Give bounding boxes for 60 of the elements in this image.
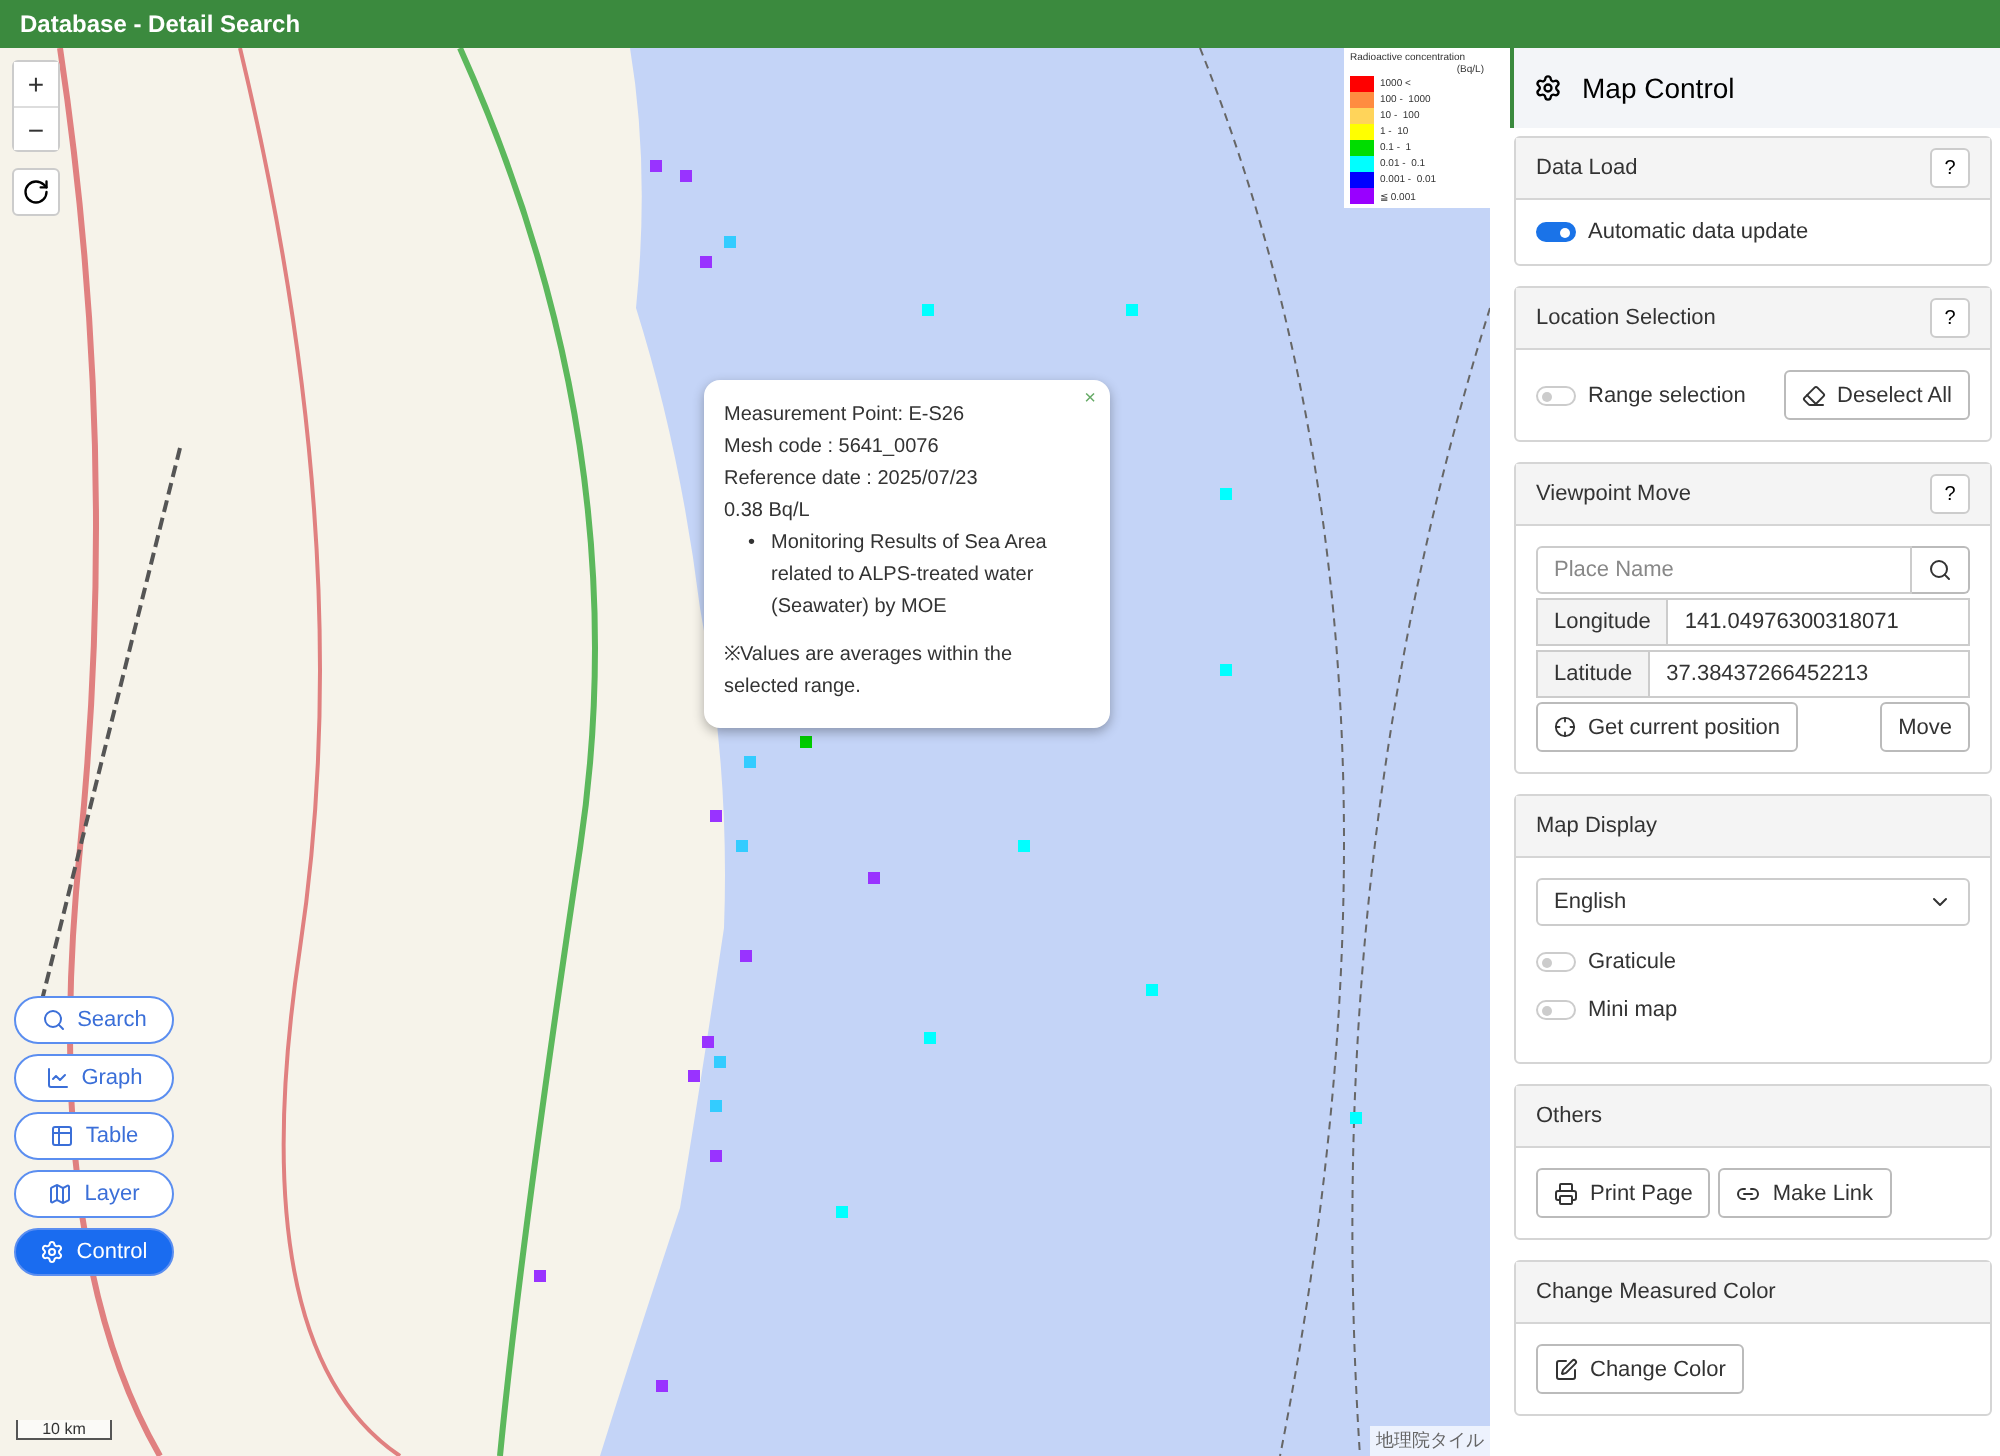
panel-title: Map Control xyxy=(1582,72,1735,104)
coordinate-field[interactable]: 141.04976300318071 xyxy=(1668,598,1970,646)
eraser-icon xyxy=(1801,383,1826,407)
source-item: Monitoring Results of Sea Area related to ALPS-treated water (Seawater) by MOE xyxy=(771,530,1049,622)
section-title: Change Measured Color xyxy=(1536,1280,1776,1304)
action-button[interactable]: Make Link xyxy=(1718,1168,1892,1218)
section-title: Location Selection xyxy=(1536,306,1716,330)
printer-icon xyxy=(1554,1181,1578,1205)
table-icon xyxy=(49,1124,74,1148)
place-name-field[interactable]: Place Name xyxy=(1536,546,1912,594)
toggle-label: Automatic data update xyxy=(1588,220,1809,244)
section-title: Data Load xyxy=(1536,156,1638,180)
get-position-button[interactable]: Get current position xyxy=(1536,702,1798,752)
toggle-switch[interactable] xyxy=(1536,222,1576,242)
side-menu-button[interactable]: Graph xyxy=(14,1054,174,1102)
popup-line: 0.38 Bq/L xyxy=(724,498,812,526)
side-menu-button[interactable]: Layer xyxy=(14,1170,174,1218)
toggle-label: Mini map xyxy=(1588,998,1678,1022)
popup-note: ※Values are averages within the selected range. xyxy=(724,642,1015,702)
move-button[interactable]: Move xyxy=(1880,702,1970,752)
deselect-all-button[interactable]: Deselect All xyxy=(1783,370,1970,420)
section-title: Others xyxy=(1536,1104,1603,1128)
section-title: Viewpoint Move xyxy=(1536,482,1691,506)
settings-icon xyxy=(40,1240,65,1264)
toggle-switch[interactable] xyxy=(1536,1000,1576,1020)
scale-bar: 10 km xyxy=(16,1420,112,1440)
help-button[interactable]: ? xyxy=(1930,148,1970,188)
language-select[interactable]: English xyxy=(1536,878,1970,926)
bullet: • xyxy=(748,530,756,558)
section-title: Map Display xyxy=(1536,814,1658,838)
settings-icon xyxy=(1534,74,1562,102)
search-icon xyxy=(41,1008,66,1032)
search-button[interactable] xyxy=(1912,546,1970,594)
side-menu-button[interactable]: Control xyxy=(14,1228,174,1276)
window-title: Database - Detail Search xyxy=(0,0,2000,48)
coordinate-label: Latitude xyxy=(1536,650,1651,698)
line-chart-icon xyxy=(45,1066,70,1090)
attribution: 地理院タイル xyxy=(1370,1426,1490,1456)
popup-line: Mesh code : 5641_0076 xyxy=(724,434,941,462)
side-menu-button[interactable]: Table xyxy=(14,1112,174,1160)
map-icon xyxy=(48,1182,73,1206)
reset-button[interactable] xyxy=(12,168,60,216)
toggle-label: Graticule xyxy=(1588,950,1677,974)
help-button[interactable]: ? xyxy=(1930,298,1970,338)
coordinate-field[interactable]: 37.38437266452213 xyxy=(1650,650,1970,698)
crosshair-icon xyxy=(1554,716,1576,738)
zoom-out-button[interactable]: − xyxy=(14,106,58,150)
side-menu-button[interactable]: Search xyxy=(14,996,174,1044)
search-icon xyxy=(1928,558,1952,582)
edit-icon xyxy=(1554,1357,1578,1381)
action-button[interactable]: Print Page xyxy=(1536,1168,1711,1218)
popup-line: Reference date : 2025/07/23 xyxy=(724,466,980,494)
toggle-switch[interactable] xyxy=(1536,385,1576,405)
rotate-icon xyxy=(22,178,50,206)
toggle-label: Range selection xyxy=(1588,383,1746,407)
toggle-switch[interactable] xyxy=(1536,952,1576,972)
help-button[interactable]: ? xyxy=(1930,474,1970,514)
popup-line: Measurement Point: E-S26 xyxy=(724,402,967,430)
change-color-button[interactable]: Change Color xyxy=(1536,1344,1744,1394)
coordinate-label: Longitude xyxy=(1536,598,1669,646)
